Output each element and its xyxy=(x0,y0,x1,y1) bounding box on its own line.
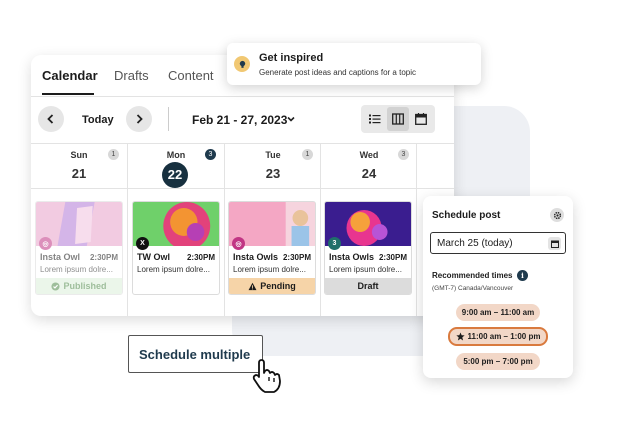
post-time: 2:30PM xyxy=(89,253,118,262)
pointer-hand-icon xyxy=(252,359,281,393)
time-slot-label: 9:00 am – 11:00 am xyxy=(461,308,535,317)
day-post-count: 3 xyxy=(398,149,409,160)
list-view-icon xyxy=(369,114,381,124)
post-account: TW Owl xyxy=(137,252,170,262)
status-label: Pending xyxy=(260,281,296,291)
day-number-selected[interactable]: 22 xyxy=(162,162,188,188)
status-badge: Pending xyxy=(229,278,315,294)
time-slot-button-highlighted[interactable]: 11:00 am – 1:00 pm xyxy=(448,327,548,346)
post-card[interactable]: ◎ Insta Owl 2:30PM Lorem ipsum dolre... … xyxy=(35,201,123,295)
warning-icon xyxy=(248,282,257,290)
status-badge: Draft xyxy=(325,278,411,294)
schedule-post-title: Schedule post xyxy=(432,210,501,221)
day-number[interactable]: 24 xyxy=(321,166,417,181)
time-slot-button[interactable]: 5:00 pm – 7:00 pm xyxy=(456,353,540,370)
count-icon: 3 xyxy=(328,237,341,250)
view-switcher xyxy=(361,105,435,133)
day-number[interactable]: 23 xyxy=(225,166,321,181)
chevron-down-icon[interactable] xyxy=(286,114,296,124)
divider xyxy=(416,144,417,316)
time-slot-label: 11:00 am – 1:00 pm xyxy=(467,332,541,341)
instagram-icon: ◎ xyxy=(232,237,245,250)
status-badge: Published xyxy=(36,278,122,294)
date-value: March 25 (today) xyxy=(437,238,513,249)
post-text: Lorem ipsum dolre... xyxy=(137,265,210,274)
date-range-selector[interactable]: Feb 21 - 27, 2023 xyxy=(192,113,287,127)
schedule-multiple-button[interactable]: Schedule multiple xyxy=(128,335,263,373)
day-number[interactable]: 21 xyxy=(31,166,127,181)
post-time: 2:30PM xyxy=(378,253,407,262)
calendar-toolbar: Today Feb 21 - 27, 2023 xyxy=(31,97,454,143)
post-account: Insta Owls xyxy=(329,252,375,262)
calendar-icon[interactable] xyxy=(548,237,561,250)
post-card[interactable]: 3 Insta Owls 2:30PM Lorem ipsum dolre...… xyxy=(324,201,412,295)
schedule-multiple-label: Schedule multiple xyxy=(139,347,251,362)
chevron-right-icon xyxy=(136,114,143,124)
lightbulb-icon xyxy=(234,56,250,72)
settings-button[interactable] xyxy=(550,208,564,222)
star-icon xyxy=(455,332,465,341)
post-text: Lorem ipsum dolre... xyxy=(329,265,402,274)
time-slot-label: 5:00 pm – 7:00 pm xyxy=(463,357,533,366)
post-text: Lorem ipsum dolre... xyxy=(40,265,113,274)
post-text: Lorem ipsum dolre... xyxy=(233,265,306,274)
gear-icon xyxy=(553,211,561,219)
status-label: Draft xyxy=(357,281,379,291)
next-week-button[interactable] xyxy=(126,106,152,132)
time-slot-button[interactable]: 9:00 am – 11:00 am xyxy=(456,304,540,321)
active-tab-underline xyxy=(42,93,94,95)
date-picker-field[interactable]: March 25 (today) xyxy=(430,232,566,254)
post-card[interactable]: X TW Owl 2:30PM Lorem ipsum dolre... xyxy=(132,201,220,295)
tab-drafts[interactable]: Drafts xyxy=(114,68,149,83)
divider xyxy=(168,107,169,131)
tab-content[interactable]: Content xyxy=(168,68,214,83)
day-post-count: 3 xyxy=(205,149,216,160)
post-time: 2:30PM xyxy=(186,253,215,262)
today-button[interactable]: Today xyxy=(82,114,114,126)
status-label: Published xyxy=(63,281,107,291)
check-circle-icon xyxy=(51,281,61,291)
get-inspired-card[interactable]: Get inspired Generate post ideas and cap… xyxy=(227,43,481,85)
get-inspired-title: Get inspired xyxy=(259,52,324,64)
x-icon: X xyxy=(136,237,149,250)
info-icon[interactable]: i xyxy=(517,270,528,281)
week-view-button[interactable] xyxy=(387,107,409,131)
post-card[interactable]: ◎ Insta Owls 2:30PM Lorem ipsum dolre...… xyxy=(228,201,316,295)
chevron-left-icon xyxy=(47,114,54,124)
month-view-button[interactable] xyxy=(410,107,432,131)
divider xyxy=(31,188,454,189)
post-account: Insta Owl xyxy=(40,252,81,262)
timezone-label: (GMT-7) Canada/Vancouver xyxy=(432,285,514,292)
day-post-count: 1 xyxy=(302,149,313,160)
previous-week-button[interactable] xyxy=(38,106,64,132)
recommended-times-label: Recommended times xyxy=(432,271,513,280)
post-account: Insta Owls xyxy=(233,252,279,262)
post-time: 2:30PM xyxy=(282,253,311,262)
day-post-count: 1 xyxy=(108,149,119,160)
schedule-post-panel: Schedule post March 25 (today) Recommend… xyxy=(423,196,573,378)
month-view-icon xyxy=(415,113,427,125)
calendar-card: Calendar Drafts Content Today Feb 21 - 2… xyxy=(31,55,454,316)
get-inspired-subtitle: Generate post ideas and captions for a t… xyxy=(259,68,416,77)
week-view-icon xyxy=(392,113,404,125)
instagram-icon: ◎ xyxy=(39,237,52,250)
list-view-button[interactable] xyxy=(364,107,386,131)
tab-calendar[interactable]: Calendar xyxy=(42,68,98,83)
